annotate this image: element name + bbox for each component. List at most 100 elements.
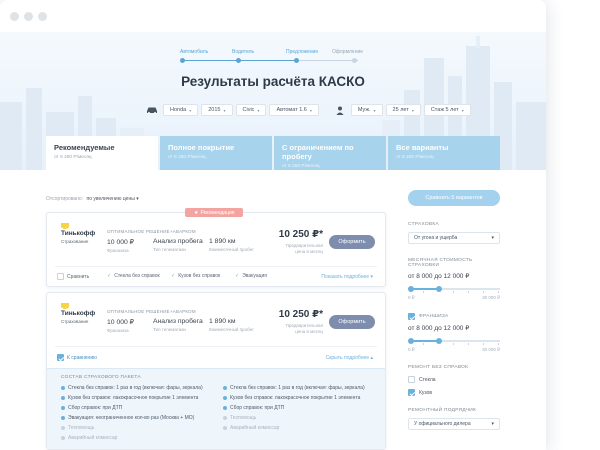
detail-item: Стекла без справок: 1 раз в год (включая…	[61, 385, 203, 391]
detail-item-disabled: Техпомощь	[223, 415, 256, 421]
hide-details-link[interactable]: Скрыть подробнее ▴	[326, 355, 373, 361]
param-age[interactable]: 25 лет ▾	[385, 104, 421, 116]
person-icon	[332, 103, 348, 117]
cost-label: МЕСЯЧНАЯ СТОИМОСТЬ СТРАХОВКИ	[408, 258, 473, 268]
check-icon: ✓	[235, 273, 240, 279]
result-tabs: Рекомендуемые от 6 250 Р/месяц Полное по…	[46, 136, 500, 170]
slider-handle[interactable]	[436, 338, 442, 344]
detail-item: Эвакуация: неограниченное кол-во раз (Мо…	[61, 415, 194, 421]
chevron-down-icon: ▾	[257, 107, 260, 113]
bullet-icon	[61, 416, 65, 420]
param-brand[interactable]: Honda ▾	[163, 104, 199, 116]
window-dot-icon[interactable]	[10, 12, 19, 21]
repair-body-checkbox[interactable]: Кузов	[408, 389, 500, 396]
step-car[interactable]: Автомобиль	[180, 49, 208, 55]
param-experience[interactable]: Стаж 5 лет ▾	[423, 104, 471, 116]
step-driver[interactable]: Водитель	[232, 49, 254, 55]
detail-item: Сбор справок: при ДТП	[223, 405, 284, 411]
shield-icon	[61, 223, 69, 229]
results-area: Отсортировано: по увеличению цены ▾ ★ Ре…	[0, 170, 546, 450]
sort-value[interactable]: по увеличению цены	[86, 196, 134, 202]
compare-variants-button[interactable]: Сравнить 5 вариантов	[408, 190, 500, 206]
insurance-label: СТРАХОВКА	[408, 222, 439, 227]
chevron-down-icon: ▾	[491, 235, 494, 241]
detail-item-disabled: Техпомощь	[61, 425, 94, 431]
compare-checkbox[interactable]: К сравнению	[57, 354, 97, 361]
param-gender[interactable]: Муж. ▾	[350, 104, 383, 116]
param-engine[interactable]: Автомат 1.6 ▾	[269, 104, 319, 116]
bullet-icon	[223, 396, 227, 400]
offer-price: 10 250 ₽* Предварительная цена в месяц	[278, 229, 323, 254]
window-titlebar	[0, 0, 546, 32]
tab-title: Полное покрытие	[168, 143, 235, 152]
step-dot-icon	[352, 58, 357, 63]
sort-label: Отсортировано:	[46, 196, 84, 202]
slider-handle[interactable]	[408, 338, 414, 344]
tab-subtitle: от 6 250 Р/месяц	[168, 155, 206, 160]
checkbox-checked-icon[interactable]	[408, 389, 415, 396]
tab-subtitle: от 6 250 Р/месяц	[282, 164, 320, 169]
tab-subtitle: от 6 250 Р/месяц	[54, 155, 92, 160]
checkbox-icon[interactable]	[408, 376, 415, 383]
bullet-icon	[61, 386, 65, 390]
franchise-checkbox[interactable]: ФРАНШИЗА	[408, 313, 500, 320]
tab-recommended[interactable]: Рекомендуемые от 6 250 Р/месяц	[46, 136, 158, 170]
cost-range-slider[interactable]	[408, 285, 500, 293]
franchise-range-slider[interactable]	[408, 337, 500, 345]
tab-all-variants[interactable]: Все варианты от 6 250 Р/месяц	[388, 136, 500, 170]
tab-title: Рекомендуемые	[54, 143, 115, 152]
insurer-logo: Тинькофф Страхование	[61, 223, 101, 244]
checkbox-icon[interactable]	[57, 273, 64, 280]
chevron-down-icon: ▾	[491, 421, 494, 427]
step-offer[interactable]: Предложение	[286, 49, 318, 55]
insurer-subname: Страхование	[61, 318, 89, 324]
insurer-name: Тинькофф	[61, 230, 96, 237]
compare-checkbox[interactable]: Сравнить	[57, 273, 89, 280]
bullet-icon	[223, 416, 227, 420]
service-select[interactable]: У официального дилера ▾	[408, 418, 500, 430]
tab-subtitle: от 6 250 Р/месяц	[396, 155, 434, 160]
step-dot-icon	[294, 58, 299, 63]
step-checkout: Оформление	[332, 49, 364, 55]
offer-card: Тинькофф Страхование ОПТИМАЛЬНОЕ РЕШЕНИЕ…	[46, 292, 386, 450]
tab-full-coverage[interactable]: Полное покрытие от 6 250 Р/месяц	[160, 136, 272, 170]
repair-label: РЕМОНТ БЕЗ СПРАВОК	[408, 365, 469, 370]
detail-item-disabled: Аварийный комиссар	[61, 435, 117, 441]
franchise-info: 10 000 ₽ Франшиза	[107, 319, 135, 333]
checkbox-checked-icon[interactable]	[57, 354, 64, 361]
check-icon: ✓	[171, 273, 176, 279]
repair-glass-checkbox[interactable]: Стекла	[408, 376, 500, 383]
chevron-down-icon: ▾	[189, 107, 192, 113]
tab-mileage-limit[interactable]: С ограничением по пробегу от 6 250 Р/мес…	[274, 136, 386, 170]
progress-steps: Автомобиль Водитель Предложение Оформлен…	[178, 49, 368, 65]
star-icon: ★	[194, 209, 199, 216]
chevron-down-icon: ▾	[223, 107, 226, 113]
chevron-down-icon: ▾	[411, 107, 414, 113]
sort-control[interactable]: Отсортировано: по увеличению цены ▾	[46, 196, 139, 202]
order-button[interactable]: Оформить	[329, 235, 375, 249]
chevron-up-icon: ▴	[370, 355, 373, 361]
offer-note: ОПТИМАЛЬНОЕ РЕШЕНИЕ+АВАРКОМ	[107, 309, 196, 314]
recommendation-badge: ★ Рекомендация	[185, 208, 244, 217]
insurance-select[interactable]: От угона и ущерба ▾	[408, 232, 500, 244]
insurer-name: Тинькофф	[61, 310, 96, 317]
detail-item-disabled: Аварийный комиссар	[223, 425, 279, 431]
window-dot-icon[interactable]	[24, 12, 33, 21]
window-dot-icon[interactable]	[38, 12, 47, 21]
tab-title: С ограничением по пробегу	[282, 143, 354, 161]
order-button[interactable]: Оформить	[329, 315, 375, 329]
package-details: СОСТАВ СТРАХОВОГО ПАКЕТА Стекла без спра…	[47, 368, 385, 449]
cost-min-max: 0 ₽30 000 ₽	[408, 295, 500, 300]
check-icon: ✓	[107, 273, 112, 279]
bullet-icon	[61, 426, 65, 430]
slider-handle[interactable]	[436, 286, 442, 292]
param-model[interactable]: Civic ▾	[235, 104, 267, 116]
checkbox-checked-icon[interactable]	[408, 313, 415, 320]
details-heading: СОСТАВ СТРАХОВОГО ПАКЕТА	[61, 375, 141, 380]
slider-handle[interactable]	[408, 286, 414, 292]
search-params-bar: Honda ▾ 2015 ▾ Civic ▾ Автомат 1.6 ▾ Муж. ▾ 2…	[144, 102, 471, 118]
param-year[interactable]: 2015 ▾	[201, 104, 233, 116]
mileage-info: 1 890 км Ежемесячный пробег	[209, 318, 254, 332]
show-more-link[interactable]: Показать подробнее ▾	[321, 274, 373, 280]
franchise-info: 10 000 ₽ Франшиза	[107, 239, 135, 253]
